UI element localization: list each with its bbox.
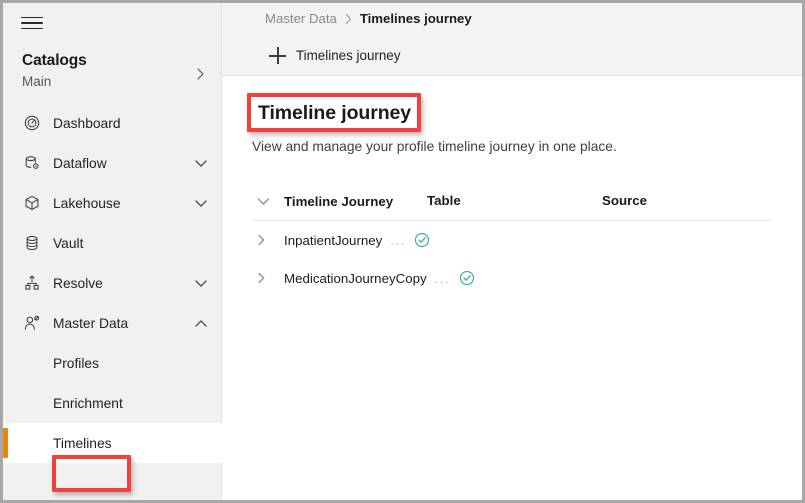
sidebar-item-resolve[interactable]: Resolve [3, 263, 222, 303]
sidebar-item-profiles[interactable]: Profiles [3, 343, 222, 383]
column-header-table[interactable]: Table [427, 193, 461, 208]
sidebar-item-enrichment[interactable]: Enrichment [3, 383, 222, 423]
row-overflow-menu[interactable]: ... [435, 271, 451, 286]
breadcrumb-parent-link[interactable]: Master Data [265, 11, 337, 26]
main-area: Master Data Timelines journey Timelines … [222, 3, 802, 500]
cube-icon [22, 194, 41, 213]
user-icon [22, 314, 41, 333]
table-row[interactable]: InpatientJourney ... [252, 221, 772, 259]
column-header-source[interactable]: Source [602, 193, 647, 208]
sidebar-item-label: Vault [53, 235, 84, 251]
sidebar-item-dashboard[interactable]: Dashboard [3, 103, 222, 143]
sidebar: Catalogs Main Dashboard Dataflow Lakehou… [3, 3, 222, 500]
hamburger-bar [21, 27, 43, 30]
catalogs-title: Catalogs [22, 52, 87, 69]
sidebar-nav: Dashboard Dataflow Lakehouse Vault Resol… [3, 103, 222, 463]
row-overflow-menu[interactable]: ... [390, 233, 406, 248]
content-pane: Timeline journey View and manage your pr… [222, 76, 802, 297]
database-icon [22, 234, 41, 253]
chevron-right-icon [195, 67, 206, 81]
hamburger-bar [21, 16, 43, 19]
timeline-journey-table: Timeline Journey Table Source InpatientJ… [252, 191, 772, 297]
topbar: Master Data Timelines journey Timelines … [222, 3, 802, 76]
plus-icon [269, 47, 286, 64]
database-gear-icon [22, 154, 41, 173]
chevron-down-icon[interactable] [194, 278, 208, 289]
chevron-down-icon[interactable] [194, 198, 208, 209]
column-header-timeline-journey[interactable]: Timeline Journey [284, 194, 393, 209]
breadcrumb: Master Data Timelines journey [265, 11, 472, 26]
page-title: Timeline journey [258, 102, 412, 124]
hamburger-bar [21, 22, 43, 24]
sidebar-subitem-label: Timelines [53, 435, 112, 451]
sidebar-item-label: Resolve [53, 275, 103, 291]
hamburger-icon[interactable] [21, 14, 45, 32]
row-name: InpatientJourney [284, 232, 383, 248]
chevron-down-icon[interactable] [194, 158, 208, 169]
sidebar-item-label: Dataflow [53, 155, 107, 171]
collapse-all-toggle[interactable] [252, 196, 284, 207]
sidebar-subitem-label: Profiles [53, 355, 100, 371]
row-expand-toggle[interactable] [252, 271, 284, 285]
sidebar-subitem-label: Enrichment [53, 395, 123, 411]
app-window: Catalogs Main Dashboard Dataflow Lakehou… [0, 0, 805, 503]
catalogs-subtitle: Main [22, 74, 52, 89]
page-subtitle: View and manage your profile timeline jo… [252, 139, 617, 154]
chevron-up-icon[interactable] [194, 318, 208, 329]
sidebar-item-dataflow[interactable]: Dataflow [3, 143, 222, 183]
check-circle-icon [458, 270, 475, 287]
check-circle-icon [414, 232, 431, 249]
sidebar-item-master-data[interactable]: Master Data [3, 303, 222, 343]
sidebar-item-timelines[interactable]: Timelines [3, 423, 222, 463]
merge-nodes-icon [22, 274, 41, 293]
row-name: MedicationJourneyCopy [284, 270, 427, 286]
sidebar-item-label: Master Data [53, 315, 129, 331]
sidebar-item-lakehouse[interactable]: Lakehouse [3, 183, 222, 223]
add-timelines-journey-tab[interactable]: Timelines journey [265, 45, 404, 66]
row-expand-toggle[interactable] [252, 233, 284, 247]
gauge-icon [22, 114, 41, 133]
tab-label: Timelines journey [296, 48, 401, 63]
tab-strip: Timelines journey [265, 45, 404, 66]
sidebar-item-label: Lakehouse [53, 195, 121, 211]
chevron-right-icon [344, 13, 353, 25]
table-row[interactable]: MedicationJourneyCopy ... [252, 259, 772, 297]
breadcrumb-current: Timelines journey [359, 11, 472, 26]
catalogs-selector[interactable]: Catalogs Main [3, 51, 222, 92]
sidebar-item-label: Dashboard [53, 115, 121, 131]
table-header-row: Timeline Journey Table Source [252, 191, 772, 221]
sidebar-item-vault[interactable]: Vault [3, 223, 222, 263]
